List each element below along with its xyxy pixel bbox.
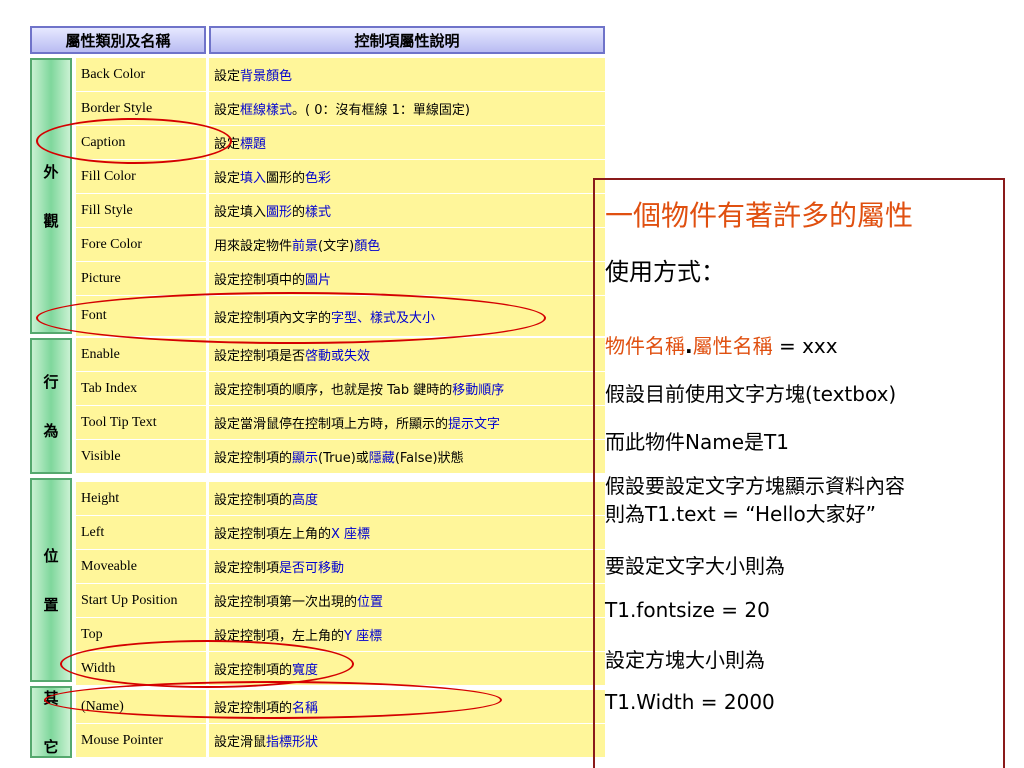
property-name: (Name) — [76, 690, 206, 723]
property-name: Height — [76, 482, 206, 515]
property-name: Border Style — [76, 92, 206, 125]
property-description: 設定控制項的順序，也就是按 Tab 鍵時的 移動順序 — [209, 372, 605, 405]
property-description: 設定 背景顏色 — [209, 58, 605, 91]
property-description: 設定控制項左上角的 X 座標 — [209, 516, 605, 549]
property-description: 設定控制項第一次出現的 位置 — [209, 584, 605, 617]
category-appearance: 外觀 — [30, 58, 72, 334]
panel-line-5: T1.fontsize = 20 — [605, 598, 770, 622]
property-name: Start Up Position — [76, 584, 206, 617]
property-description: 設定控制項內文字的 字型、樣式及大小 — [209, 296, 605, 336]
property-name: Top — [76, 618, 206, 651]
property-description: 設定 填入 圖形的 色彩 — [209, 160, 605, 193]
property-name: Width — [76, 652, 206, 685]
property-name: Tab Index — [76, 372, 206, 405]
panel-line-2: 而此物件Name是T1 — [605, 430, 789, 454]
property-name: Left — [76, 516, 206, 549]
category-other: 其它 — [30, 686, 72, 758]
panel-line-4: 要設定文字大小則為 — [605, 554, 785, 578]
category-behavior: 行為 — [30, 338, 72, 474]
property-description: 設定控制項的 顯示 (True)或 隱藏 (False)狀態 — [209, 440, 605, 473]
property-name: Mouse Pointer — [76, 724, 206, 757]
syntax-line: 物件名稱.屬性名稱 = xxx — [605, 330, 838, 359]
property-description: 設定控制項中的 圖片 — [209, 262, 605, 295]
property-name: Moveable — [76, 550, 206, 583]
property-name: Picture — [76, 262, 206, 295]
usage-label: 使用方式： — [605, 258, 725, 286]
property-description: 設定當滑鼠停在控制項上方時，所顯示的 提示文字 — [209, 406, 605, 439]
property-description: 設定控制項，左上角的 Y 座標 — [209, 618, 605, 651]
property-name: Tool Tip Text — [76, 406, 206, 439]
syntax-property: 屬性名稱 — [692, 334, 773, 358]
property-description: 設定滑鼠 指標形狀 — [209, 724, 605, 757]
panel-line-6: 設定方塊大小則為 — [605, 648, 765, 672]
header-category: 屬性類別及名稱 — [30, 26, 206, 54]
panel-line-3b: 則為T1.text = “Hello大家好” — [605, 502, 877, 526]
property-name: Fill Style — [76, 194, 206, 227]
property-description: 設定控制項的 名稱 — [209, 690, 605, 723]
property-name: Caption — [76, 126, 206, 159]
explanation-panel: 一個物件有著許多的屬性 使用方式： 物件名稱.屬性名稱 = xxx 假設目前使用… — [593, 178, 1005, 768]
panel-line-7: T1.Width = 2000 — [605, 690, 775, 714]
property-name: Fore Color — [76, 228, 206, 261]
category-position: 位置 — [30, 478, 72, 682]
property-description: 設定控制項 是否可移動 — [209, 550, 605, 583]
syntax-value: = xxx — [772, 334, 838, 358]
property-name: Back Color — [76, 58, 206, 91]
property-name: Visible — [76, 440, 206, 473]
syntax-object: 物件名稱 — [605, 334, 685, 358]
property-description: 設定填入 圖形的樣式 — [209, 194, 605, 227]
property-description: 設定 標題 — [209, 126, 605, 159]
header-description: 控制項屬性說明 — [209, 26, 605, 54]
property-name: Fill Color — [76, 160, 206, 193]
syntax-dot: . — [685, 334, 693, 358]
property-description: 用來設定物件 前景 (文字) 顏色 — [209, 228, 605, 261]
property-description: 設定控制項的 寬度 — [209, 652, 605, 685]
property-description: 設定控制項的 高度 — [209, 482, 605, 515]
panel-line-3a: 假設要設定文字方塊顯示資料內容 — [605, 474, 905, 498]
property-description: 設定控制項是否 啓動或失效 — [209, 338, 605, 371]
panel-title: 一個物件有著許多的屬性 — [605, 199, 914, 232]
panel-line-1: 假設目前使用文字方塊(textbox) — [605, 382, 897, 406]
property-name: Enable — [76, 338, 206, 371]
property-name: Font — [76, 296, 206, 336]
property-description: 設定 框線樣式 。( 0：沒有框線 1：單線固定) — [209, 92, 605, 125]
